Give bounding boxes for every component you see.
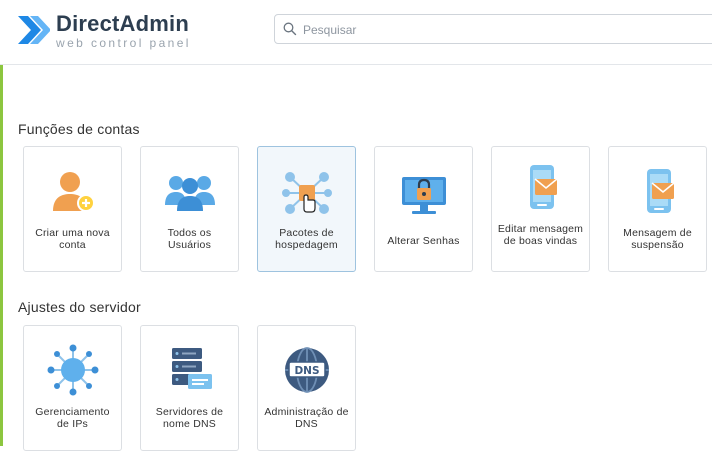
card-dns-nameservers[interactable]: Servidores de nome DNS	[140, 325, 239, 451]
card-label: Pacotes de hospedagem	[275, 227, 338, 251]
logo[interactable]: DirectAdmin web control panel	[16, 12, 191, 50]
add-user-icon	[52, 172, 95, 212]
card-all-users[interactable]: Todos os Usuários	[140, 146, 239, 272]
card-label: Editar mensagem de boas vindas	[497, 223, 584, 247]
card-create-account[interactable]: Criar uma nova conta	[23, 146, 122, 272]
card-edit-welcome-message[interactable]: Editar mensagem de boas vindas	[491, 146, 590, 272]
svg-text:DNS: DNS	[294, 365, 319, 377]
card-label: Criar uma nova conta	[35, 227, 110, 251]
directadmin-logo-icon	[18, 16, 50, 44]
card-label: Mensagem de suspensão	[623, 227, 692, 251]
lock-monitor-icon	[401, 177, 446, 214]
phone-mail-icon	[529, 165, 558, 209]
card-ip-management[interactable]: Gerenciamento de IPs	[23, 325, 122, 451]
card-suspension-message[interactable]: Mensagem de suspensão	[608, 146, 707, 272]
search-input[interactable]	[301, 19, 705, 41]
brand-subtitle: web control panel	[56, 36, 191, 50]
card-label: Gerenciamento de IPs	[35, 406, 110, 430]
search-icon	[283, 22, 297, 36]
hosting-packages-icon	[281, 172, 332, 214]
card-label: Alterar Senhas	[387, 235, 460, 247]
search-box[interactable]	[274, 14, 712, 44]
card-label: Todos os Usuários	[167, 227, 212, 251]
top-header: DirectAdmin web control panel	[0, 0, 712, 65]
card-label: Administração de DNS	[264, 406, 349, 430]
users-group-icon	[164, 176, 215, 211]
card-hosting-packages[interactable]: Pacotes de hospedagem	[257, 146, 356, 272]
brand-name: DirectAdmin	[56, 11, 189, 36]
section-title-server-settings: Ajustes do servidor	[18, 299, 141, 315]
card-dns-administration[interactable]: DNS Administração de DNS	[257, 325, 356, 451]
card-change-passwords[interactable]: Alterar Senhas	[374, 146, 473, 272]
ip-network-icon	[47, 344, 98, 396]
card-label: Servidores de nome DNS	[155, 406, 224, 430]
dns-globe-icon: DNS	[284, 347, 329, 393]
sidebar-accent-bar	[0, 64, 3, 446]
section-title-account-functions: Funções de contas	[18, 121, 140, 137]
server-stack-icon	[171, 348, 212, 389]
phone-mail-icon	[646, 169, 675, 213]
